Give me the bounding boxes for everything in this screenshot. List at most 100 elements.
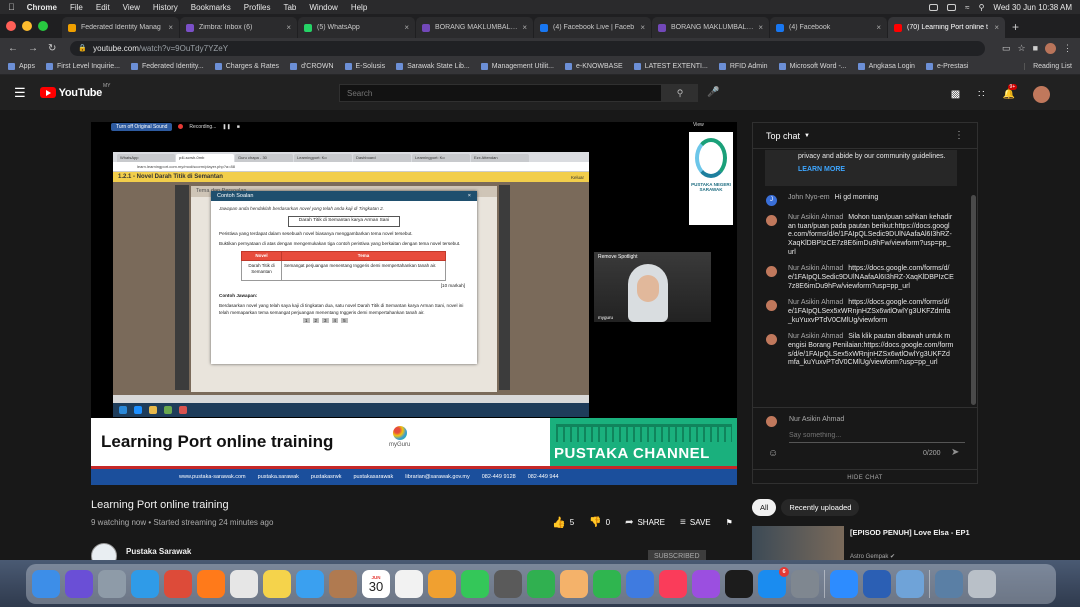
original-sound-button[interactable]: Turn off Original Sound bbox=[111, 122, 173, 131]
tab-2[interactable]: Zimbra: Inbox (6) × bbox=[180, 17, 297, 38]
chip-recently-uploaded[interactable]: Recently uploaded bbox=[781, 499, 860, 516]
zoom-window-button[interactable] bbox=[38, 21, 48, 31]
recommended-video[interactable]: [EPISOD PENUH] Love Elsa - EP1 Astro Gem… bbox=[752, 526, 982, 560]
menu-bookmarks[interactable]: Bookmarks bbox=[191, 3, 231, 12]
caret-down-icon[interactable]: ▼ bbox=[804, 133, 810, 139]
reload-icon[interactable]: ↻ bbox=[48, 43, 56, 54]
close-icon[interactable]: × bbox=[522, 23, 527, 32]
bookmark-item[interactable]: Microsoft Word -... bbox=[778, 62, 847, 70]
chat-avatar[interactable] bbox=[766, 215, 777, 226]
downloads-icon[interactable] bbox=[935, 570, 963, 598]
dislike-button[interactable]: 👎 0 bbox=[589, 517, 610, 528]
bookmark-item[interactable]: e-KNOWBASE bbox=[565, 62, 623, 70]
bookmark-item[interactable]: d'CROWN bbox=[290, 62, 334, 70]
close-icon[interactable]: × bbox=[994, 23, 999, 32]
chip-all[interactable]: All bbox=[752, 499, 777, 516]
bookmark-item[interactable]: LATEST EXTENTI... bbox=[633, 62, 708, 70]
podcasts-icon[interactable] bbox=[692, 570, 720, 598]
chat-author[interactable]: Nur Asikin Ahmad bbox=[788, 333, 843, 340]
facetime-icon[interactable] bbox=[527, 570, 555, 598]
system-preferences-icon[interactable] bbox=[791, 570, 819, 598]
siri-icon[interactable] bbox=[65, 570, 93, 598]
bookmark-item[interactable]: Angkasa Login bbox=[857, 62, 915, 70]
safari-icon[interactable] bbox=[131, 570, 159, 598]
chat-input[interactable] bbox=[789, 429, 965, 443]
preview-icon[interactable] bbox=[896, 570, 924, 598]
bookmark-item[interactable]: First Level Inquirie... bbox=[45, 62, 120, 70]
chat-menu-icon[interactable]: ⋮ bbox=[954, 130, 964, 141]
trash-icon[interactable] bbox=[968, 570, 996, 598]
search-icon[interactable]: ⚲ bbox=[979, 3, 985, 12]
close-icon[interactable]: × bbox=[168, 23, 173, 32]
freeform-icon[interactable] bbox=[560, 570, 588, 598]
chat-author[interactable]: Nur Asikin Ahmad bbox=[788, 265, 843, 272]
bookmark-star-icon[interactable]: ☆ bbox=[1017, 43, 1025, 54]
account-avatar[interactable] bbox=[1033, 86, 1050, 103]
close-icon[interactable]: × bbox=[758, 23, 763, 32]
extension-icon[interactable]: ■ bbox=[1033, 43, 1038, 53]
menu-view[interactable]: View bbox=[123, 3, 140, 12]
word-icon[interactable] bbox=[863, 570, 891, 598]
reminders-icon[interactable] bbox=[395, 570, 423, 598]
stop-icon[interactable]: ■ bbox=[237, 124, 240, 130]
recommended-title[interactable]: [EPISOD PENUH] Love Elsa - EP1 bbox=[850, 528, 982, 538]
battery-icon[interactable] bbox=[947, 3, 957, 11]
mail-icon[interactable] bbox=[296, 570, 324, 598]
chat-avatar[interactable]: J bbox=[766, 195, 777, 206]
notes-icon[interactable] bbox=[263, 570, 291, 598]
bookmark-item[interactable]: Sarawak State Lib... bbox=[396, 62, 470, 70]
kebab-menu-icon[interactable]: ⋮ bbox=[1063, 43, 1072, 54]
flag-icon[interactable]: ⚑ bbox=[726, 518, 733, 527]
search-button[interactable]: ⚲ bbox=[662, 84, 698, 102]
calculator-icon[interactable] bbox=[494, 570, 522, 598]
menu-app[interactable]: Chrome bbox=[27, 3, 57, 12]
menu-help[interactable]: Help bbox=[351, 3, 367, 12]
chat-scrollbar[interactable] bbox=[971, 195, 976, 405]
youtube-logo[interactable]: YouTube MY bbox=[39, 83, 110, 99]
chat-avatar[interactable] bbox=[766, 266, 777, 278]
tab-7[interactable]: (4) Facebook × bbox=[770, 17, 887, 38]
pause-icon[interactable]: ❚❚ bbox=[222, 124, 230, 130]
finder-icon[interactable] bbox=[32, 570, 60, 598]
tab-4[interactable]: BORANG MAKLUMBALAS × bbox=[416, 17, 533, 38]
send-icon[interactable]: ➤ bbox=[951, 447, 959, 458]
chat-mode-dropdown[interactable]: Top chat bbox=[766, 131, 800, 141]
chat-avatar[interactable] bbox=[766, 300, 777, 312]
video-player[interactable]: Turn off Original Sound Recording... ❚❚ … bbox=[91, 122, 737, 485]
voice-search-icon[interactable]: 🎤 bbox=[707, 87, 719, 98]
close-icon[interactable]: × bbox=[404, 23, 409, 32]
bookmark-item[interactable]: Federated Identity... bbox=[131, 62, 204, 70]
bookmark-apps[interactable]: Apps bbox=[8, 62, 35, 70]
photos-icon[interactable] bbox=[428, 570, 456, 598]
numbers-icon[interactable] bbox=[593, 570, 621, 598]
tab-1[interactable]: Federated Identity Manag × bbox=[62, 17, 179, 38]
bookmark-item[interactable]: RFID Admin bbox=[718, 62, 768, 70]
minimize-window-button[interactable] bbox=[22, 21, 32, 31]
hamburger-menu-icon[interactable]: ☰ bbox=[14, 85, 26, 101]
video-thumbnail[interactable] bbox=[752, 526, 844, 560]
reading-list-button[interactable]: Reading List bbox=[1024, 62, 1072, 70]
chat-avatar[interactable] bbox=[766, 334, 777, 346]
save-button[interactable]: ≡ SAVE bbox=[680, 517, 711, 528]
tab-6[interactable]: BORANG MAKLUMBALAS × bbox=[652, 17, 769, 38]
tab-8-active[interactable]: (70) Learning Port online t × bbox=[888, 17, 1005, 38]
keynote-icon[interactable] bbox=[626, 570, 654, 598]
close-icon[interactable]: × bbox=[286, 23, 291, 32]
tab-5[interactable]: (4) Facebook Live | Faceb × bbox=[534, 17, 651, 38]
share-button[interactable]: ➦ SHARE bbox=[625, 517, 665, 528]
bookmark-item[interactable]: Charges & Rates bbox=[214, 62, 279, 70]
chat-author[interactable]: John Nyo-em bbox=[788, 194, 830, 201]
forward-icon[interactable]: → bbox=[28, 43, 38, 54]
tray-icon[interactable] bbox=[929, 3, 939, 11]
close-icon[interactable]: × bbox=[640, 23, 645, 32]
notifications-bell-icon[interactable]: 🔔 9+ bbox=[1003, 84, 1018, 100]
hide-chat-button[interactable]: HIDE CHAT bbox=[753, 469, 977, 485]
apple-icon[interactable]:  bbox=[8, 2, 15, 12]
new-tab-button[interactable]: + bbox=[1012, 20, 1019, 34]
messages-icon[interactable] bbox=[461, 570, 489, 598]
recommended-channel[interactable]: Astro Gempak ✔ bbox=[850, 553, 895, 560]
menubar-clock[interactable]: Wed 30 Jun 10:38 AM bbox=[993, 3, 1072, 12]
calendar-icon[interactable]: JUN 30 bbox=[362, 570, 390, 598]
file-icon[interactable] bbox=[230, 570, 258, 598]
menu-history[interactable]: History bbox=[153, 3, 178, 12]
